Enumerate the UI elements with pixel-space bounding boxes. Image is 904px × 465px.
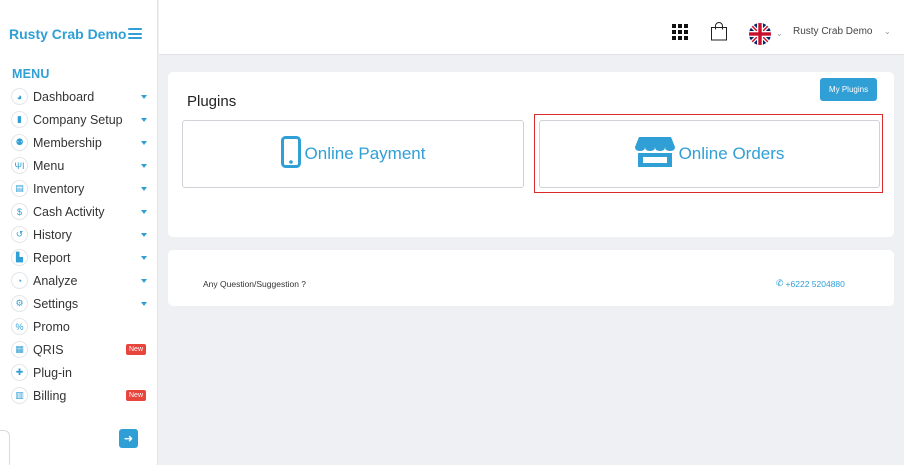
caret-down-icon[interactable]	[141, 95, 147, 99]
sidebar-item-promo[interactable]: % Promo	[0, 315, 158, 338]
sidebar-item-inventory[interactable]: ▤ Inventory	[0, 177, 158, 200]
phone-icon: ✆	[776, 278, 784, 288]
sidebar-edge	[0, 430, 10, 465]
sidebar-item-label: Dashboard	[33, 89, 95, 104]
uk-flag-icon[interactable]	[749, 23, 771, 45]
sidebar-item-analyze[interactable]: ◔ Analyze	[0, 269, 158, 292]
sidebar-item-label: Plug-in	[33, 365, 72, 380]
sidebar-menu: ◕ Dashboard ▮ Company Setup ⚉ Membership ΨΙ Men…	[0, 85, 158, 407]
sidebar-item-label: Company Setup	[33, 112, 123, 127]
mobile-phone-icon	[280, 135, 301, 173]
sidebar-item-label: Report	[33, 250, 71, 265]
online-payment-label: Online Payment	[304, 144, 426, 163]
sidebar-item-label: QRIS	[33, 342, 64, 357]
apps-grid-icon[interactable]	[672, 24, 688, 40]
user-menu[interactable]: Rusty Crab Demo	[793, 26, 872, 37]
qr-icon: ▦	[11, 341, 28, 358]
sidebar-item-label: Cash Activity	[33, 204, 105, 219]
page-title: Plugins	[187, 93, 237, 110]
report-icon: ▙	[11, 249, 28, 266]
sidebar-item-label: Promo	[33, 319, 70, 334]
caret-down-icon[interactable]	[141, 164, 147, 168]
my-plugins-button[interactable]: My Plugins	[820, 78, 877, 101]
caret-down-icon[interactable]	[141, 187, 147, 191]
sidebar-item-settings[interactable]: ⚙ Settings	[0, 292, 158, 315]
sidebar-item-membership[interactable]: ⚉ Membership	[0, 131, 158, 154]
sidebar-item-history[interactable]: ↺ History	[0, 223, 158, 246]
phone-link[interactable]: ✆ +6222 5204880	[776, 278, 845, 289]
new-badge: New	[126, 344, 147, 355]
caret-down-icon[interactable]	[141, 141, 147, 145]
sidebar-item-label: History	[33, 227, 72, 242]
plugin-icon: ✚	[11, 364, 28, 381]
caret-down-icon[interactable]	[141, 256, 147, 260]
sidebar-item-dashboard[interactable]: ◕ Dashboard	[0, 85, 158, 108]
sidebar: Rusty Crab Demo MENU ◕ Dashboard ▮ Company …	[0, 0, 158, 465]
sidebar-item-label: Billing	[33, 388, 67, 403]
sidebar-item-label: Menu	[33, 158, 65, 173]
sidebar-item-label: Membership	[33, 135, 102, 150]
caret-down-icon[interactable]	[141, 302, 147, 306]
sidebar-item-billing[interactable]: ▥ Billing New	[0, 384, 158, 407]
sidebar-item-label: Settings	[33, 296, 79, 311]
caret-down-icon[interactable]	[141, 118, 147, 122]
billing-icon: ▥	[11, 387, 28, 404]
history-icon: ↺	[11, 226, 28, 243]
sidebar-item-label: Inventory	[33, 181, 85, 196]
contact-card: Any Question/Suggestion ? ✆ +6222 520488…	[168, 250, 894, 306]
question-text: Any Question/Suggestion ?	[203, 279, 307, 289]
online-payment-tile[interactable]: Online Payment	[182, 120, 524, 188]
new-badge: New	[126, 390, 147, 401]
shopping-bag-icon[interactable]	[710, 22, 728, 46]
sidebar-item-label: Analyze	[33, 273, 78, 288]
dollar-icon: $	[11, 203, 28, 220]
plugins-card: Plugins My Plugins Online Payment Online…	[168, 72, 894, 237]
store-icon	[634, 136, 675, 173]
brand-title[interactable]: Rusty Crab Demo	[9, 26, 126, 42]
utensils-icon: ΨΙ	[11, 157, 28, 174]
building-icon: ▮	[11, 111, 28, 128]
sidebar-item-menu[interactable]: ΨΙ Menu	[0, 154, 158, 177]
top-bar: ⌄ Rusty Crab Demo ⌄	[159, 0, 904, 55]
phone-number: +6222 5204880	[785, 278, 845, 289]
gear-icon: ⚙	[11, 295, 28, 312]
percent-icon: %	[11, 318, 28, 335]
caret-down-icon[interactable]	[141, 233, 147, 237]
caret-down-icon[interactable]	[141, 279, 147, 283]
language-chevron-down-icon[interactable]: ⌄	[776, 29, 783, 38]
sidebar-item-company-setup[interactable]: ▮ Company Setup	[0, 108, 158, 131]
users-icon: ⚉	[11, 134, 28, 151]
online-orders-tile[interactable]: Online Orders	[539, 120, 880, 188]
pie-chart-icon: ◔	[11, 272, 28, 289]
online-orders-label: Online Orders	[678, 144, 785, 163]
dashboard-icon: ◕	[11, 88, 28, 105]
sidebar-item-cash-activity[interactable]: $ Cash Activity	[0, 200, 158, 223]
caret-down-icon[interactable]	[141, 210, 147, 214]
sidebar-item-report[interactable]: ▙ Report	[0, 246, 158, 269]
inventory-icon: ▤	[11, 180, 28, 197]
sidebar-item-plug-in[interactable]: ✚ Plug-in	[0, 361, 158, 384]
user-chevron-down-icon[interactable]: ⌄	[884, 27, 891, 36]
menu-heading: MENU	[12, 67, 50, 81]
hamburger-menu-icon[interactable]	[128, 28, 142, 39]
sign-out-icon[interactable]: ➜	[119, 429, 138, 448]
sidebar-item-qris[interactable]: ▦ QRIS New	[0, 338, 158, 361]
